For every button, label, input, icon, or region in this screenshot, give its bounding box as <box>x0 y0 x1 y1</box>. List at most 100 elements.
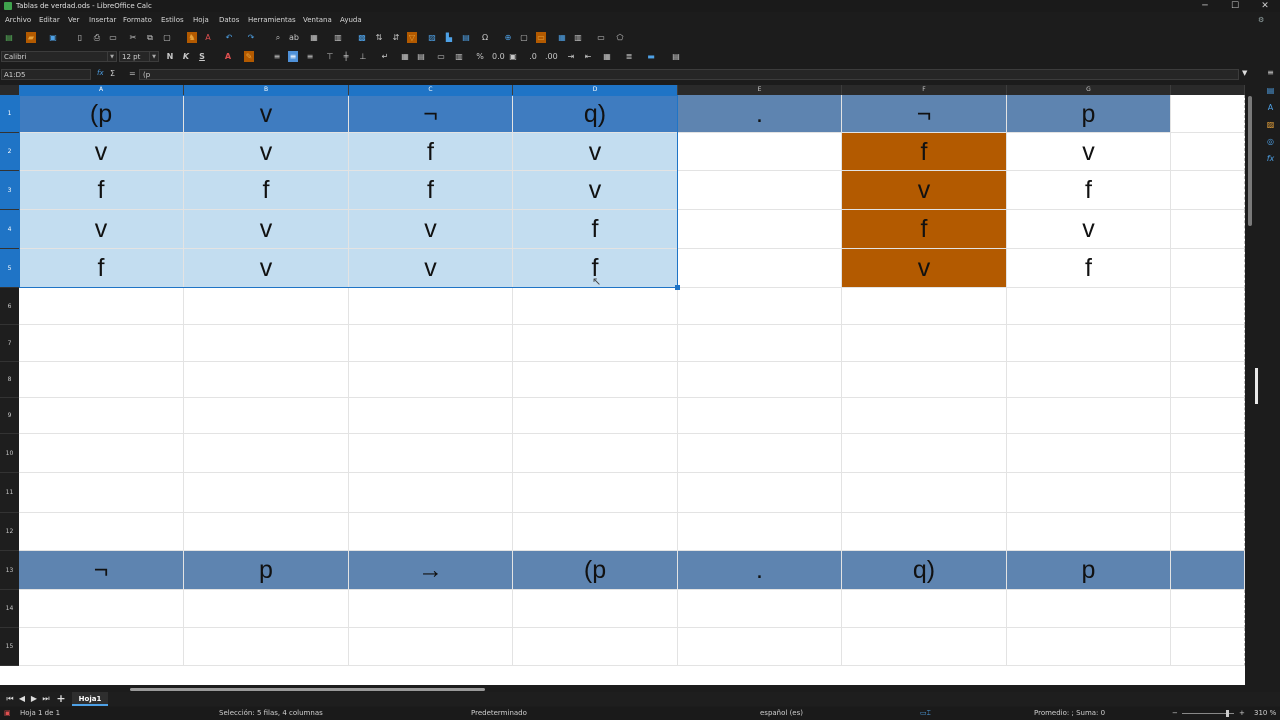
row-header-2[interactable]: 2 <box>0 133 19 171</box>
cell-h4[interactable] <box>1171 210 1245 249</box>
cell-b4[interactable]: v <box>184 210 349 249</box>
cell-g12[interactable] <box>1007 513 1171 551</box>
cell-e10[interactable] <box>678 434 842 473</box>
save-icon[interactable]: ▣ <box>48 32 58 43</box>
row-header-6[interactable]: 6 <box>0 288 19 325</box>
cell-g11[interactable] <box>1007 473 1171 513</box>
comment-icon[interactable]: ▢ <box>519 32 529 43</box>
cell-a9[interactable] <box>19 398 184 434</box>
cell-b8[interactable] <box>184 362 349 398</box>
column-header-b[interactable]: B <box>184 85 349 95</box>
cell-e3[interactable] <box>678 171 842 210</box>
zoom-slider-knob[interactable] <box>1226 710 1229 717</box>
sort-descending-icon[interactable]: ⇵ <box>391 32 401 43</box>
cell-a1[interactable]: (p <box>19 95 184 133</box>
cell-g5[interactable]: f <box>1007 249 1171 288</box>
open-folder-icon[interactable]: ▰ <box>26 32 36 43</box>
function-wizard-icon[interactable]: fx <box>97 69 104 77</box>
cell-b9[interactable] <box>184 398 349 434</box>
currency-format-icon[interactable]: ▭ <box>436 51 446 62</box>
print-icon[interactable]: ⎙ <box>92 32 102 43</box>
gallery-icon[interactable]: ▨ <box>1265 119 1276 130</box>
format-as-number-icon[interactable]: ▥ <box>454 51 464 62</box>
cell-c2[interactable]: f <box>349 133 513 171</box>
merge-cells-icon[interactable]: ▩ <box>357 32 367 43</box>
cell-c9[interactable] <box>349 398 513 434</box>
align-top-icon[interactable]: ⊤ <box>325 51 335 62</box>
zoom-in-icon[interactable]: + <box>1239 707 1245 720</box>
cell-e6[interactable] <box>678 288 842 325</box>
cell-a11[interactable] <box>19 473 184 513</box>
insert-image-icon[interactable]: ▨ <box>427 32 437 43</box>
print-preview-icon[interactable]: ▭ <box>108 32 118 43</box>
cell-e9[interactable] <box>678 398 842 434</box>
align-bottom-icon[interactable]: ⊥ <box>358 51 368 62</box>
column-header-f[interactable]: F <box>842 85 1007 95</box>
row-header-14[interactable]: 14 <box>0 590 19 628</box>
cell-h1[interactable] <box>1171 95 1245 133</box>
cell-g3[interactable]: f <box>1007 171 1171 210</box>
cell-f13[interactable]: q) <box>842 551 1007 590</box>
cell-b5[interactable]: v <box>184 249 349 288</box>
align-right-icon[interactable]: ≡ <box>305 51 315 62</box>
cell-a8[interactable] <box>19 362 184 398</box>
cell-h10[interactable] <box>1171 434 1245 473</box>
percent-format-icon[interactable]: % <box>475 51 485 62</box>
cell-b2[interactable]: v <box>184 133 349 171</box>
row-header-11[interactable]: 11 <box>0 473 19 513</box>
row-header-8[interactable]: 8 <box>0 362 19 398</box>
cell-c1[interactable]: ¬ <box>349 95 513 133</box>
cell-g14[interactable] <box>1007 590 1171 628</box>
cell-b7[interactable] <box>184 325 349 362</box>
cell-h3[interactable] <box>1171 171 1245 210</box>
cell-f15[interactable] <box>842 628 1007 666</box>
decrease-indent-icon[interactable]: ⇤ <box>583 51 593 62</box>
cell-d11[interactable] <box>513 473 678 513</box>
column-header-h[interactable] <box>1171 85 1245 95</box>
cell-h5[interactable] <box>1171 249 1245 288</box>
menu-datos[interactable]: Datos <box>219 13 239 27</box>
cell-c15[interactable] <box>349 628 513 666</box>
zoom-out-icon[interactable]: − <box>1172 707 1178 720</box>
spelling-icon[interactable]: ab <box>289 32 299 43</box>
show-draw-functions-icon[interactable]: ⬠ <box>615 32 625 43</box>
menu-estilos[interactable]: Estilos <box>161 13 184 27</box>
unmerge-icon[interactable]: ▤ <box>416 51 426 62</box>
cell-f11[interactable] <box>842 473 1007 513</box>
cell-f6[interactable] <box>842 288 1007 325</box>
header-footer-icon[interactable]: ▭ <box>536 32 546 43</box>
cell-g8[interactable] <box>1007 362 1171 398</box>
split-window-icon[interactable]: ▭ <box>596 32 606 43</box>
center-vertically-icon[interactable]: ╪ <box>341 51 351 62</box>
cell-g15[interactable] <box>1007 628 1171 666</box>
wrap-text-icon[interactable]: ↵ <box>380 51 390 62</box>
cell-g7[interactable] <box>1007 325 1171 362</box>
freeze-rows-icon[interactable]: ▥ <box>573 32 583 43</box>
cell-a6[interactable] <box>19 288 184 325</box>
cell-d6[interactable] <box>513 288 678 325</box>
cell-a12[interactable] <box>19 513 184 551</box>
font-size-box[interactable]: 12 pt ▼ <box>119 51 159 62</box>
align-left-icon[interactable]: ≡ <box>272 51 282 62</box>
add-sheet-icon[interactable]: + <box>56 693 66 704</box>
cell-d8[interactable] <box>513 362 678 398</box>
cut-icon[interactable]: ✂ <box>128 32 138 43</box>
cell-d3[interactable]: v <box>513 171 678 210</box>
cell-d2[interactable]: v <box>513 133 678 171</box>
cell-e13[interactable]: . <box>678 551 842 590</box>
expand-formula-bar-icon[interactable]: ▼ <box>1242 69 1247 77</box>
cell-b6[interactable] <box>184 288 349 325</box>
cell-a10[interactable] <box>19 434 184 473</box>
cell-h13[interactable] <box>1171 551 1245 590</box>
cell-e12[interactable] <box>678 513 842 551</box>
cell-a4[interactable]: v <box>19 210 184 249</box>
paste-icon[interactable]: ▢ <box>162 32 172 43</box>
column-header-a[interactable]: A <box>19 85 184 95</box>
extensions-icon[interactable]: ⚙ <box>1258 13 1264 27</box>
delete-decimal-icon[interactable]: .00 <box>545 51 558 62</box>
cell-a13[interactable]: ¬ <box>19 551 184 590</box>
cell-e1[interactable]: . <box>678 95 842 133</box>
redo-icon[interactable]: ↷ <box>246 32 256 43</box>
menu-editar[interactable]: Editar <box>39 13 60 27</box>
menu-ventana[interactable]: Ventana <box>303 13 332 27</box>
